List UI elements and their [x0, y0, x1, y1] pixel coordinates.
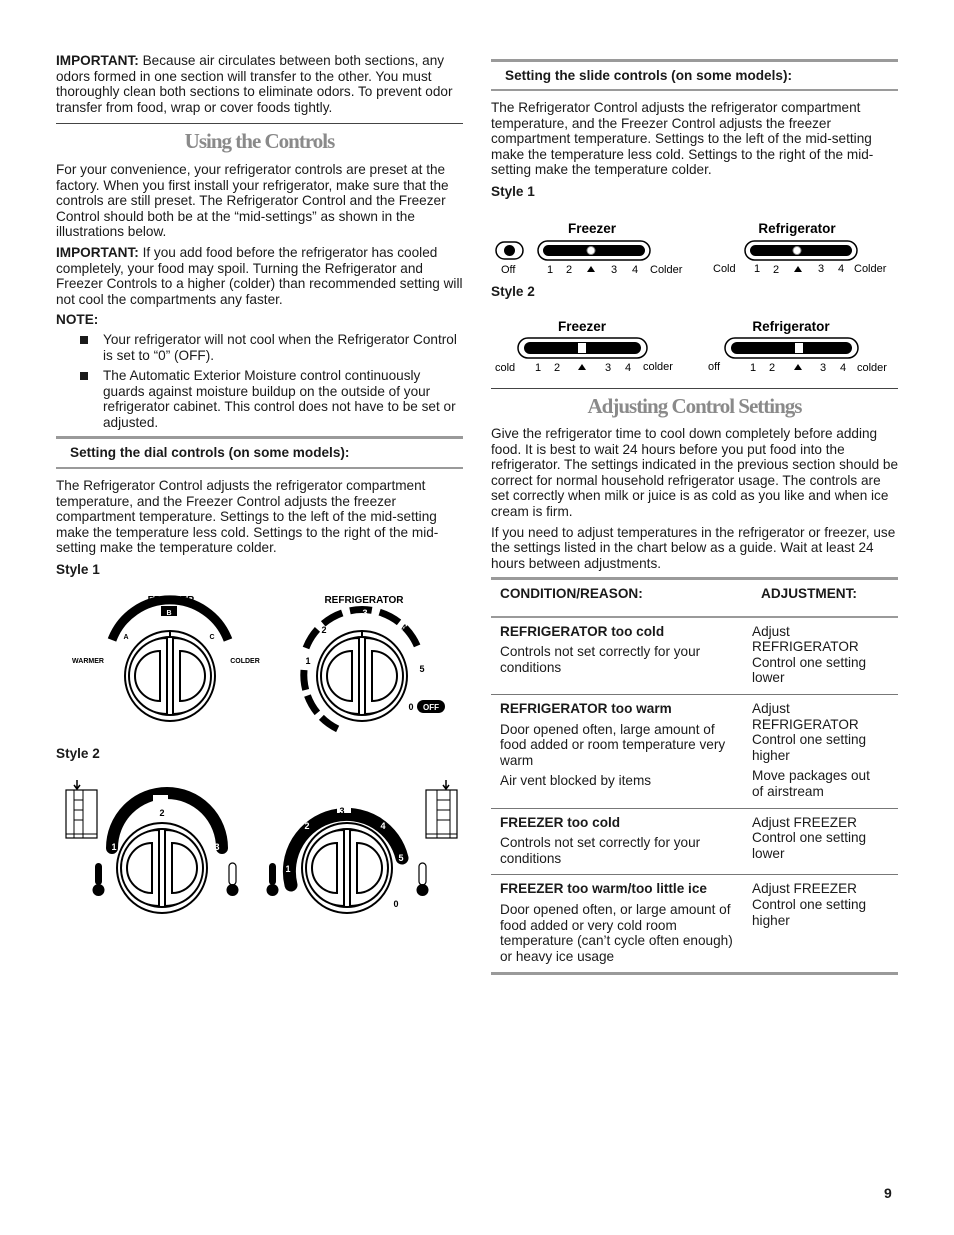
thermometer-warm-icon: [92, 863, 105, 896]
dial-label-warmer: WARMER: [72, 658, 104, 665]
scale-mark: 2: [769, 362, 775, 374]
dial-mark: 4: [401, 623, 406, 633]
dial-mark: 4: [380, 821, 385, 831]
scale-mark: 2: [773, 264, 779, 276]
slider-label-refrigerator: Refrigerator: [758, 221, 836, 236]
scale-mark: 3: [605, 362, 611, 374]
dial-knob: [116, 822, 208, 914]
mid-setting-triangle-icon: [794, 266, 802, 272]
refrigerator-compartment-icon: [425, 789, 458, 839]
scale-mark: 1: [750, 362, 756, 374]
scale-mark: 2: [554, 362, 560, 374]
off-badge-label: OFF: [423, 703, 439, 712]
scale-off: off: [708, 361, 721, 373]
dial-knob: [124, 630, 216, 722]
scale-mark: 1: [547, 264, 553, 276]
slider-label-refrigerator: Refrigerator: [752, 319, 830, 334]
dial-mark: 0: [408, 702, 413, 712]
dial-mark-a: A: [123, 634, 128, 641]
slider-thumb: [586, 246, 596, 255]
mid-setting-triangle-icon: [578, 364, 586, 370]
dial-mark-c: C: [209, 634, 214, 641]
scale-cold: cold: [495, 362, 515, 374]
freezer-compartment-icon: [65, 789, 98, 839]
dial-mark: 3: [339, 806, 344, 816]
scale-mark: 3: [818, 263, 824, 275]
dial-mark: 3: [214, 842, 219, 852]
scale-mark: 4: [625, 362, 631, 374]
scale-mark: 1: [535, 362, 541, 374]
slider-label-freezer: Freezer: [568, 221, 617, 236]
dial-mark: 1: [111, 842, 116, 852]
mid-setting-triangle-icon: [794, 364, 802, 370]
slide-controls-style2: Freezer Refrigerator cold 1 2 3 4 colder…: [495, 319, 887, 374]
scale-mark: 3: [611, 264, 617, 276]
dial-mark: 0: [393, 899, 398, 909]
dial-mark: 1: [305, 656, 310, 666]
thermometer-warm-icon: [266, 863, 279, 896]
arrow-down-icon: [442, 780, 450, 791]
dial-mark: 5: [419, 664, 424, 674]
dial-label-refrigerator: REFRIGERATOR: [324, 595, 404, 606]
scale-colder: colder: [857, 362, 887, 374]
dial-mark: 5: [398, 853, 403, 863]
slide-controls-style1: Freezer Refrigerator Off 1 2 3 4 Colder …: [495, 221, 887, 276]
dial-label-colder: COLDER: [230, 658, 260, 665]
dial-mark: 1: [285, 864, 290, 874]
scale-colder: Colder: [650, 264, 683, 276]
scale-cold: Cold: [713, 263, 736, 275]
scale-mark: 4: [840, 362, 846, 374]
dial-mark: 3: [362, 608, 367, 618]
refrigerator-dial-style1: REFRIGERATOR 3 2 4 1 5 0 OFF: [300, 595, 445, 734]
dial-mark: 2: [159, 808, 164, 818]
dial-knob: [316, 630, 408, 722]
refrigerator-dial-style2: 3 2 4 1 5 0: [266, 780, 458, 914]
dial-mark: 2: [304, 821, 309, 831]
freezer-dial-style2: 2 1 3: [65, 780, 240, 914]
scale-mark: 4: [838, 263, 844, 275]
slider-thumb: [578, 343, 586, 353]
thermometer-cold-icon: [415, 862, 430, 897]
control-illustrations: FREEZER B A C WARMER COLDER REFRIGERATOR…: [65, 221, 887, 914]
slider-thumb: [792, 246, 802, 255]
scale-mark: 2: [566, 264, 572, 276]
arrow-down-icon: [73, 780, 81, 791]
scale-colder: Colder: [854, 263, 887, 275]
mid-setting-triangle-icon: [587, 266, 595, 272]
scale-off: Off: [501, 264, 516, 276]
scale-mark: 4: [632, 264, 638, 276]
dial-mark-b: B: [166, 610, 171, 617]
scale-mark: 1: [754, 263, 760, 275]
scale-mark: 3: [820, 362, 826, 374]
slider-thumb: [795, 343, 803, 353]
dial-mark: 2: [321, 625, 326, 635]
freezer-dial-style1: FREEZER B A C WARMER COLDER: [72, 595, 260, 722]
slider-label-freezer: Freezer: [558, 319, 607, 334]
thermometer-cold-icon: [225, 862, 240, 897]
scale-colder: colder: [643, 361, 673, 373]
dial-knob: [301, 822, 393, 914]
dial-label-freezer: FREEZER: [148, 595, 195, 606]
